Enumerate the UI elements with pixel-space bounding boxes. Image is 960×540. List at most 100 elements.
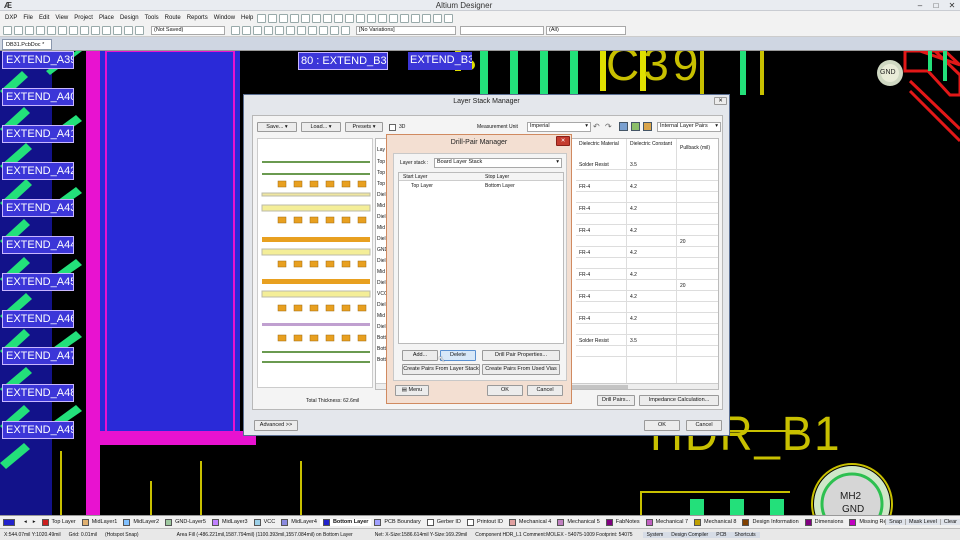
- dpm-close-button[interactable]: ✕: [556, 136, 570, 146]
- menu-view[interactable]: View: [52, 15, 71, 21]
- view-mode-select[interactable]: Internal Layer Pairs ▾: [657, 122, 721, 132]
- layer-row-const[interactable]: 4.2: [630, 272, 637, 278]
- pad-icon[interactable]: [242, 26, 251, 35]
- via-icon[interactable]: [253, 26, 262, 35]
- zoom-in-icon[interactable]: [411, 13, 421, 23]
- run-icon[interactable]: [378, 13, 388, 23]
- layer-row-mat[interactable]: FR-4: [579, 228, 590, 234]
- layer-tab-bottom-layer[interactable]: Bottom Layer: [319, 518, 372, 526]
- create-pairs-from-used-vias-button[interactable]: Create Pairs From Used Vias: [482, 364, 560, 375]
- layer-scroll-left-icon[interactable]: ◂: [21, 519, 30, 525]
- lsm-cancel-button[interactable]: Cancel: [686, 420, 722, 431]
- menu-tools[interactable]: Tools: [142, 15, 162, 21]
- zoom-out-icon[interactable]: [422, 13, 432, 23]
- panel-shortcuts[interactable]: Shortcuts: [730, 531, 760, 538]
- select-icon[interactable]: [102, 26, 111, 35]
- undo-icon[interactable]: ↶: [593, 122, 603, 132]
- close-icon[interactable]: ✕: [944, 1, 960, 10]
- lsm-presets-button[interactable]: Presets ▾: [345, 122, 383, 132]
- filter-all-select[interactable]: (All): [546, 26, 626, 35]
- layer-tab-dimensions[interactable]: Dimensions: [802, 518, 847, 526]
- dpm-ok-button[interactable]: OK: [487, 385, 523, 396]
- layer-row-const[interactable]: 4.2: [630, 206, 637, 212]
- advanced-button[interactable]: Advanced >>: [254, 420, 298, 431]
- menu-edit[interactable]: Edit: [36, 15, 52, 21]
- fill-icon[interactable]: [286, 26, 295, 35]
- menu-place[interactable]: Place: [96, 15, 117, 21]
- panel-system[interactable]: System: [642, 531, 668, 538]
- layer-tab-midlayer3[interactable]: MidLayer3: [209, 518, 251, 526]
- dimension-icon[interactable]: [319, 26, 328, 35]
- layer-tab-vcc[interactable]: VCC: [251, 518, 279, 526]
- drill-pair-list[interactable]: Start Layer Stop Layer Top Layer Bottom …: [398, 172, 564, 344]
- panel-design-compiler[interactable]: Design Compiler: [667, 531, 713, 538]
- layer-tab-mechanical-8[interactable]: Mechanical 8: [691, 518, 739, 526]
- layer-row-const[interactable]: 3.5: [630, 162, 637, 168]
- snap-toggle[interactable]: Snap: [885, 519, 906, 525]
- layer-row-mat[interactable]: FR-4: [579, 316, 590, 322]
- layer-row-mat[interactable]: FR-4: [579, 294, 590, 300]
- cut-icon[interactable]: [58, 26, 67, 35]
- paste-icon[interactable]: [80, 26, 89, 35]
- print-icon[interactable]: [36, 26, 45, 35]
- dpm-cancel-button[interactable]: Cancel: [527, 385, 563, 396]
- layer-tab-design-information[interactable]: Design Information: [739, 518, 801, 526]
- maximize-icon[interactable]: □: [928, 1, 944, 10]
- clear-button[interactable]: Clear: [939, 519, 960, 525]
- minimize-icon[interactable]: –: [912, 1, 928, 10]
- drill-pair-row[interactable]: Top Layer Bottom Layer: [399, 182, 563, 190]
- layer-row-const[interactable]: 4.2: [630, 184, 637, 190]
- layer-row-mat[interactable]: FR-4: [579, 250, 590, 256]
- panel-pcb[interactable]: PCB: [712, 531, 731, 538]
- room-icon[interactable]: [341, 26, 350, 35]
- menu-reports[interactable]: Reports: [184, 15, 211, 21]
- layer-row-pull[interactable]: 20: [680, 239, 686, 245]
- inspect-icon[interactable]: [367, 13, 377, 23]
- layer-scroll-right-icon[interactable]: ▸: [30, 519, 39, 525]
- browse-icon[interactable]: [312, 13, 322, 23]
- lsm-save-button[interactable]: Save... ▾: [257, 122, 297, 132]
- menu-help[interactable]: Help: [238, 15, 256, 21]
- layer-tab-top-layer[interactable]: Top Layer: [39, 518, 79, 526]
- lsm-ok-button[interactable]: OK: [644, 420, 680, 431]
- pad-tool-icon[interactable]: [356, 13, 366, 23]
- layers-icon[interactable]: [257, 13, 267, 23]
- component-icon[interactable]: [231, 26, 240, 35]
- undo-icon[interactable]: [124, 26, 133, 35]
- layer-row-mat[interactable]: Solder Resist: [579, 338, 609, 344]
- saved-state-select[interactable]: (Not Saved): [151, 26, 225, 35]
- string-icon[interactable]: [308, 26, 317, 35]
- layer-tab-midlayer4[interactable]: MidLayer4: [278, 518, 320, 526]
- remove-layer-icon[interactable]: [643, 122, 652, 131]
- arc-icon[interactable]: [275, 26, 284, 35]
- filter-empty-select[interactable]: [460, 26, 544, 35]
- highlight-icon[interactable]: [433, 13, 443, 23]
- zoom-icon[interactable]: [47, 26, 56, 35]
- dpm-menu-button[interactable]: ▤ Menu: [395, 385, 429, 396]
- grid-icon[interactable]: [323, 13, 333, 23]
- layer-row-const[interactable]: 4.2: [630, 250, 637, 256]
- menu-route[interactable]: Route: [162, 15, 184, 21]
- redo-icon[interactable]: ↷: [605, 122, 615, 132]
- open-file-icon[interactable]: [14, 26, 23, 35]
- layer-row-mat[interactable]: FR-4: [579, 184, 590, 190]
- copy-icon[interactable]: [69, 26, 78, 35]
- dimension-icon[interactable]: [279, 13, 289, 23]
- save-icon[interactable]: [25, 26, 34, 35]
- layer-tab-fabnotes[interactable]: FabNotes: [603, 518, 643, 526]
- create-pairs-from-layer-stack-button[interactable]: Create Pairs From Layer Stack: [402, 364, 480, 375]
- menu-design[interactable]: Design: [117, 15, 142, 21]
- layer-tab-gerber-id[interactable]: Gerber ID: [424, 518, 464, 526]
- menu-file[interactable]: File: [20, 15, 36, 21]
- select-icon[interactable]: [301, 13, 311, 23]
- measurement-unit-select[interactable]: Imperial ▾: [527, 122, 591, 132]
- layer-row-const[interactable]: 4.2: [630, 294, 637, 300]
- mask-level-button[interactable]: Mask Level: [905, 519, 940, 525]
- component-icon[interactable]: [334, 13, 344, 23]
- align-icon[interactable]: [290, 13, 300, 23]
- layer-row-pull[interactable]: 20: [680, 283, 686, 289]
- via-tool-icon[interactable]: [345, 13, 355, 23]
- add-layer-icon[interactable]: [631, 122, 640, 131]
- impedance-calculation-button[interactable]: Impedance Calculation...: [639, 395, 719, 406]
- lsm-close-button[interactable]: ✕: [714, 97, 727, 105]
